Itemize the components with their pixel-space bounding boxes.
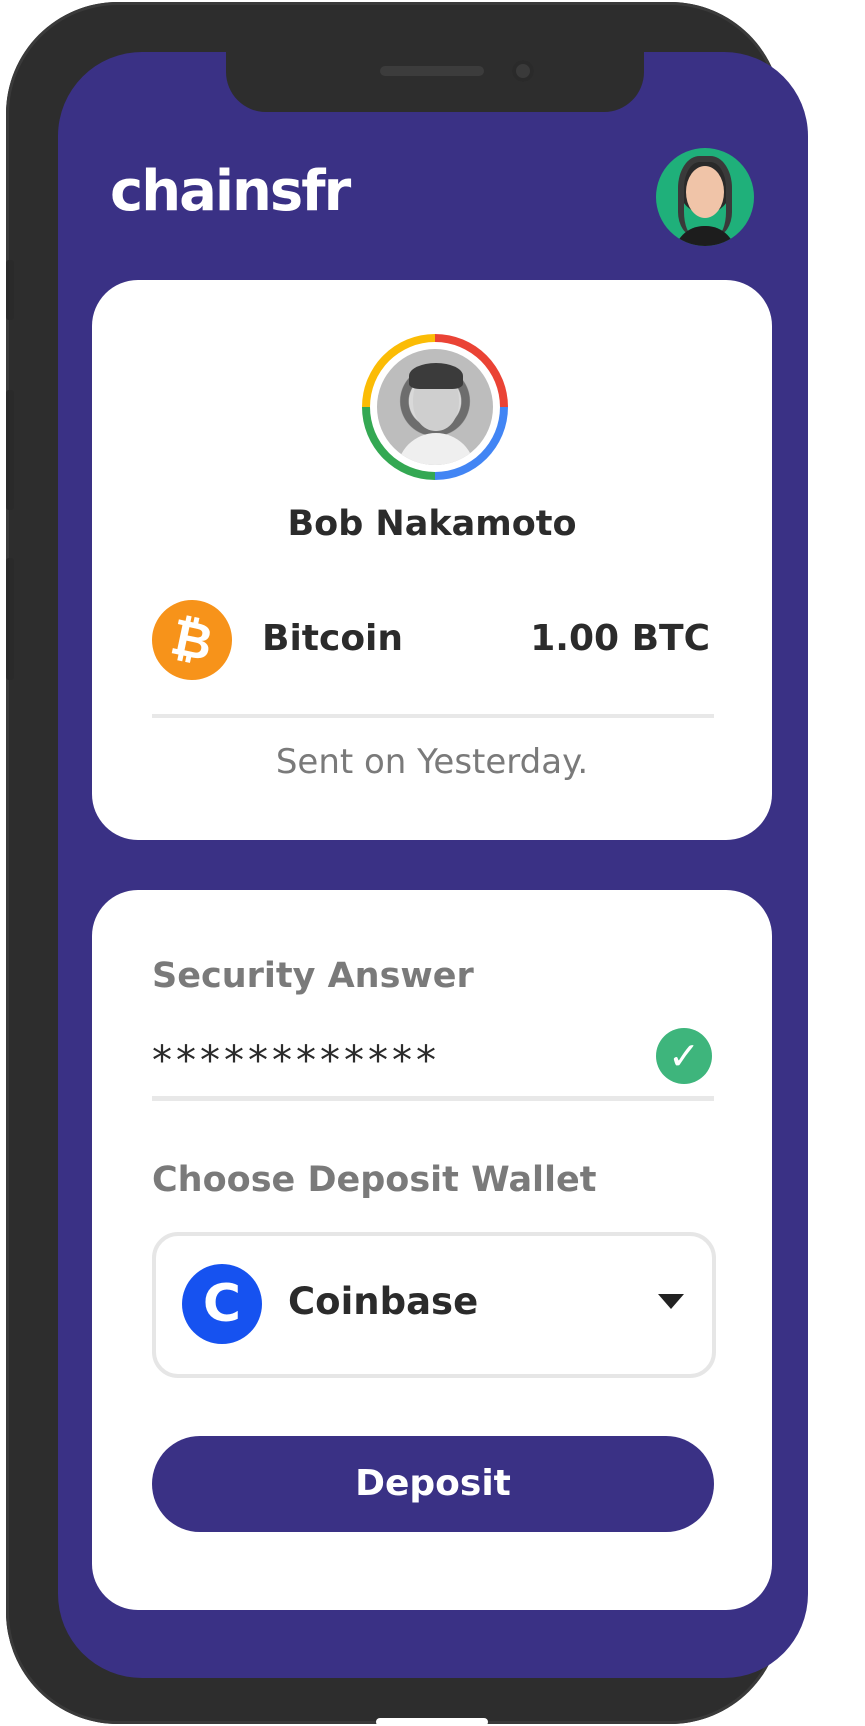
coin-amount: 1.00 BTC [530,618,710,659]
check-icon: ✓ [656,1028,712,1084]
caret-down-icon [658,1294,684,1309]
transfer-card: Bob Nakamoto ₿ Bitcoin 1.00 BTC Sent on … [92,280,772,840]
input-underline [152,1096,714,1101]
coinbase-icon: C [182,1264,262,1344]
deposit-button[interactable]: Deposit [152,1436,714,1532]
wallet-selected-value: Coinbase [288,1280,479,1323]
volume-up-button [6,390,14,510]
speaker [380,66,484,76]
sender-name: Bob Nakamoto [287,504,577,544]
sent-date-text: Sent on Yesterday. [275,742,589,782]
security-answer-label: Security Answer [152,956,474,996]
sender-avatar [362,334,508,480]
user-avatar[interactable] [656,148,754,246]
wallet-select[interactable]: C Coinbase [152,1232,716,1378]
volume-down-button [6,558,14,680]
bitcoin-icon: ₿ [144,592,240,688]
app-logo: chainsfr [110,159,351,224]
front-camera [512,60,534,82]
home-indicator [376,1718,488,1726]
security-answer-input[interactable]: ************ [152,1038,440,1084]
mute-switch [6,260,14,320]
notch [226,52,644,112]
deposit-wallet-label: Choose Deposit Wallet [152,1160,597,1200]
divider [152,714,714,718]
coin-name: Bitcoin [262,618,404,659]
deposit-card: Security Answer ************ ✓ Choose De… [92,890,772,1610]
